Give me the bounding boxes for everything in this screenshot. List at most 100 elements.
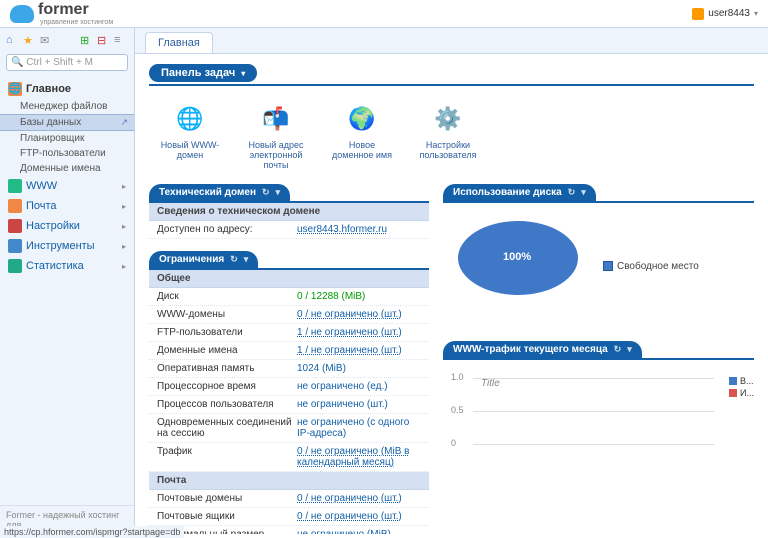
panel-tasks-header[interactable]: Панель задач ▾ — [149, 64, 257, 82]
limit-label: Процессорное время — [157, 381, 297, 392]
chevron-right-icon: ▸ — [122, 182, 126, 191]
chevron-right-icon: ▸ — [122, 262, 126, 271]
limits-group-header: Общее — [149, 270, 429, 288]
sidebar-item[interactable]: FTP-пользователи — [0, 146, 134, 161]
section-icon — [8, 259, 22, 273]
search-input[interactable]: 🔍 Ctrl + Shift + M — [6, 54, 128, 71]
remove-icon[interactable]: ⊟ — [97, 34, 111, 48]
limits-row: Максимальный размер почтового ящикане ог… — [149, 526, 429, 534]
limit-label: Процессов пользователя — [157, 399, 297, 410]
brand-name: former — [38, 1, 113, 19]
quick-action[interactable]: ⚙️Настройки пользователя — [417, 102, 479, 170]
section-icon — [8, 199, 22, 213]
traffic-chart: 1.0 0.5 0 В... И... Title — [443, 360, 754, 480]
refresh-icon[interactable]: ↻ — [230, 254, 238, 265]
caret-down-icon: ▾ — [244, 254, 249, 265]
tech-addr-label: Доступен по адресу: — [157, 224, 297, 235]
chevron-right-icon: ▸ — [122, 242, 126, 251]
sidebar-section[interactable]: Почта▸ — [0, 196, 134, 216]
sidebar-item[interactable]: Менеджер файлов — [0, 99, 134, 114]
refresh-icon[interactable]: ↻ — [568, 187, 576, 198]
quick-action-label: Новый адрес электронной почты — [245, 140, 307, 170]
section-icon — [8, 219, 22, 233]
limit-value: не ограничено (ед.) — [297, 381, 388, 392]
quick-action[interactable]: 🌐 Новый WWW-домен — [159, 102, 221, 170]
quick-action-label: Новый WWW-домен — [159, 140, 221, 160]
user-name: user8443 — [708, 8, 750, 19]
list-icon[interactable]: ≡ — [114, 34, 128, 48]
limits-row: Процессов пользователяне ограничено (шт.… — [149, 396, 429, 414]
tab-bar: Главная — [135, 28, 768, 54]
limits-row: WWW-домены0 / не ограничено (шт.) — [149, 306, 429, 324]
user-icon — [692, 8, 704, 20]
limit-value[interactable]: 0 / не ограничено (шт.) — [297, 511, 402, 522]
caret-down-icon: ▾ — [241, 69, 245, 78]
limits-row: Оперативная память1024 (MiB) — [149, 360, 429, 378]
disk-pie-chart: 100% — [453, 221, 583, 311]
tech-domain-widget: Технический домен ↻ ▾ Сведения о техниче… — [149, 184, 429, 239]
limits-row: FTP-пользователи1 / не ограничено (шт.) — [149, 324, 429, 342]
chevron-right-icon: ▸ — [122, 202, 126, 211]
traffic-widget: WWW-трафик текущего месяца ↻ ▾ 1.0 0.5 0 — [443, 341, 754, 480]
sidebar-item[interactable]: Базы данных — [0, 114, 134, 131]
limit-value[interactable]: 1 / не ограничено (шт.) — [297, 345, 402, 356]
limits-row: Почтовые ящики0 / не ограничено (шт.) — [149, 508, 429, 526]
status-bar-url: https://cp.hformer.com/ispmgr?startpage=… — [0, 526, 184, 538]
search-icon: 🔍 — [11, 57, 23, 68]
limit-label: Почтовые домены — [157, 493, 297, 504]
limits-row: Процессорное времяне ограничено (ед.) — [149, 378, 429, 396]
main-area: Главная Панель задач ▾ 🌐 Новый WWW-домен 📬… — [135, 28, 768, 538]
limit-value: не ограничено (с одного IP-адреса) — [297, 417, 421, 439]
disk-title[interactable]: Использование диска ↻ ▾ — [443, 184, 596, 201]
section-icon — [8, 179, 22, 193]
disk-widget: Использование диска ↻ ▾ 100% — [443, 184, 754, 329]
add-icon[interactable]: ⊞ — [80, 34, 94, 48]
nav-main[interactable]: 🌐 Главное — [0, 79, 134, 99]
limits-row: Одновременных соединений на сессиюне огр… — [149, 414, 429, 443]
limit-value[interactable]: 0 / не ограничено (MiB в календарный мес… — [297, 446, 421, 468]
globe-icon: 🌐 — [8, 82, 22, 96]
chevron-down-icon: ▾ — [754, 9, 758, 18]
tab-main[interactable]: Главная — [145, 32, 213, 53]
caret-down-icon: ▾ — [581, 187, 586, 198]
limit-label: Диск — [157, 291, 297, 302]
search-placeholder: Ctrl + Shift + M — [26, 57, 93, 68]
sidebar-item[interactable]: Планировщик — [0, 131, 134, 146]
sidebar-section[interactable]: Статистика▸ — [0, 256, 134, 276]
quick-action[interactable]: 📬Новый адрес электронной почты — [245, 102, 307, 170]
sidebar-section[interactable]: Инструменты▸ — [0, 236, 134, 256]
sidebar-section[interactable]: Настройки▸ — [0, 216, 134, 236]
sidebar-item[interactable]: Доменные имена — [0, 161, 134, 176]
traffic-legend: В... И... — [729, 376, 754, 400]
caret-down-icon: ▾ — [627, 344, 632, 355]
limit-value[interactable]: 0 / не ограничено (шт.) — [297, 309, 402, 320]
user-menu[interactable]: user8443 ▾ — [692, 8, 758, 20]
refresh-icon[interactable]: ↻ — [614, 344, 622, 355]
panel-tasks-label: Панель задач — [161, 67, 235, 79]
legend-color-icon — [603, 261, 613, 271]
tech-addr-link[interactable]: user8443.hformer.ru — [297, 224, 387, 235]
limits-widget: Ограничения ↻ ▾ ОбщееДиск0 / 12288 (MiB)… — [149, 251, 429, 534]
limit-label: FTP-пользователи — [157, 327, 297, 338]
sidebar-section[interactable]: WWW▸ — [0, 176, 134, 196]
ytick: 0 — [451, 438, 456, 448]
limits-title[interactable]: Ограничения ↻ ▾ — [149, 251, 258, 268]
star-icon[interactable]: ★ — [23, 34, 37, 48]
quick-action-label: Новое доменное имя — [331, 140, 393, 160]
limit-label: Почтовые ящики — [157, 511, 297, 522]
limit-value[interactable]: 0 / не ограничено (шт.) — [297, 493, 402, 504]
traffic-title[interactable]: WWW-трафик текущего месяца ↻ ▾ — [443, 341, 642, 358]
home-icon[interactable]: ⌂ — [6, 34, 20, 48]
legend-color-icon — [729, 377, 737, 385]
tech-domain-title[interactable]: Технический домен ↻ ▾ — [149, 184, 290, 201]
quick-action-icon: ⚙️ — [431, 102, 465, 136]
mail-icon[interactable]: ✉ — [40, 34, 54, 48]
limit-value[interactable]: 1 / не ограничено (шт.) — [297, 327, 402, 338]
logo: former управление хостингом — [10, 1, 113, 26]
refresh-icon[interactable]: ↻ — [262, 187, 270, 198]
quick-action-icon: 🌐 — [173, 102, 207, 136]
quick-action[interactable]: 🌍Новое доменное имя — [331, 102, 393, 170]
tech-domain-subheader: Сведения о техническом домене — [149, 203, 429, 221]
brand-subtitle: управление хостингом — [40, 19, 113, 26]
section-label: Настройки — [26, 220, 80, 232]
